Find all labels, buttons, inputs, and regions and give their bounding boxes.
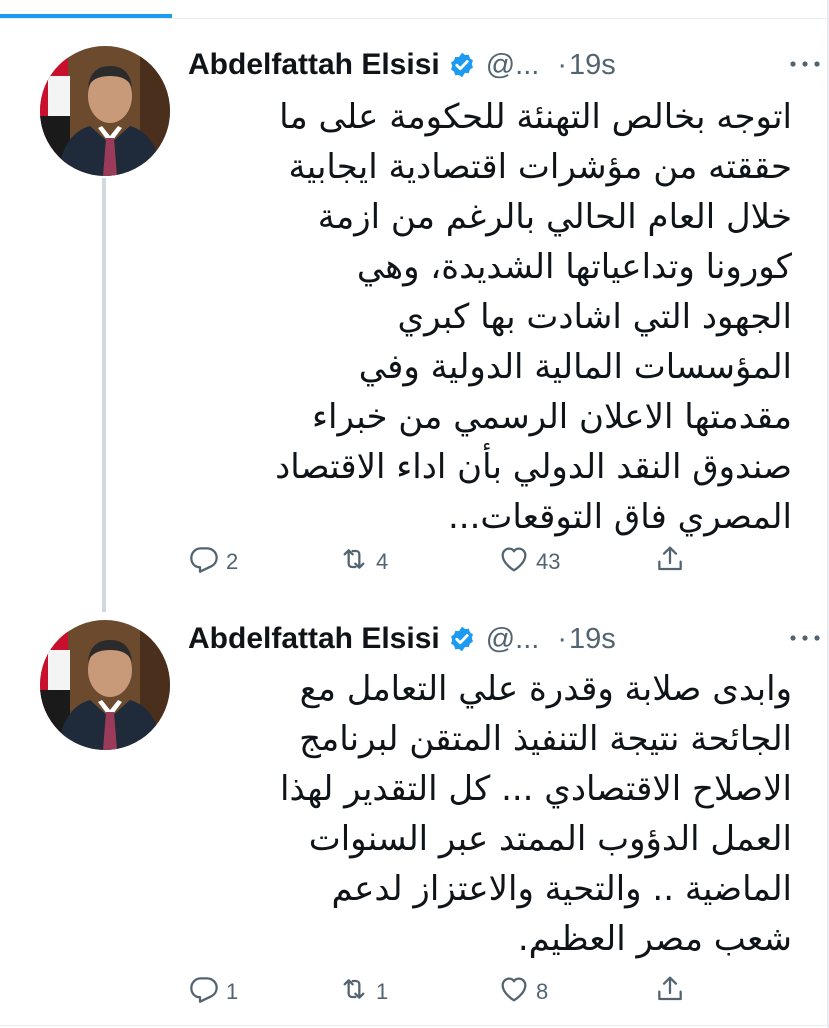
tweet-text-line: صندوق النقد الدولي بأن اداء الاقتصاد: [275, 447, 792, 487]
reply-icon: [188, 543, 220, 581]
thread-connector-line: [102, 178, 106, 612]
avatar[interactable]: [40, 46, 170, 176]
share-button[interactable]: [654, 972, 686, 1012]
tweet-header: Abdelfattah Elsisi @... · 19s: [188, 40, 798, 90]
share-button[interactable]: [654, 542, 686, 582]
tweet-header: Abdelfattah Elsisi @... · 19s: [188, 614, 798, 664]
tweet-text-line: اتوجه بخالص التهنئة للحكومة على ما: [279, 97, 792, 137]
reply-icon: [188, 973, 220, 1011]
like-button[interactable]: 43: [498, 542, 560, 582]
verified-badge-icon: [448, 625, 476, 653]
separator-dot: ·: [557, 48, 568, 81]
tweet-text-line: المؤسسات المالية الدولية وفي: [358, 347, 792, 387]
tweet-text-line: الجائحة نتيجة التنفيذ المتقن لبرنامج: [299, 719, 792, 759]
avatar-portrait-image: [40, 46, 170, 176]
tweet-text: وابدى صلابة وقدرة علي التعامل مع الجائحة…: [188, 664, 792, 964]
tweet-actions: 2 4 43: [188, 542, 698, 582]
author-handle[interactable]: @...: [486, 623, 540, 656]
verified-badge-icon: [448, 51, 476, 79]
retweet-button[interactable]: 1: [338, 972, 388, 1012]
tweet-text-line: العمل الدؤوب الممتد عبر السنوات: [308, 819, 792, 859]
tweet-text-line: الاصلاح الاقتصادي ... كل التقدير لهذا: [280, 769, 792, 809]
tweet-text-line: حققته من مؤشرات اقتصادية ايجابية: [288, 147, 792, 187]
author-handle[interactable]: @...: [486, 49, 540, 82]
tweet-text-line: خلال العام الحالي بالرغم من ازمة: [317, 197, 792, 237]
tweet-text-line: مقدمتها الاعلان الرسمي من خبراء: [312, 397, 792, 437]
avatar-portrait-image: [40, 620, 170, 750]
top-divider: [0, 18, 829, 19]
separator-dot: ·: [557, 622, 568, 655]
avatar[interactable]: [40, 620, 170, 750]
like-count: 43: [536, 549, 561, 574]
retweet-button[interactable]: 4: [338, 542, 388, 582]
reply-button[interactable]: 2: [188, 542, 238, 582]
tweet-text-line: وابدى صلابة وقدرة علي التعامل مع: [299, 669, 792, 709]
tweet-timestamp[interactable]: 19s: [569, 49, 616, 82]
retweet-count: 4: [376, 549, 389, 574]
heart-icon: [498, 543, 530, 581]
tweet-text-line: الجهود التي اشادت بها كبري: [397, 297, 792, 337]
tweet-timestamp[interactable]: 19s: [569, 623, 616, 656]
author-name[interactable]: Abdelfattah Elsisi: [188, 622, 440, 656]
reply-count: 2: [226, 549, 239, 574]
heart-icon: [498, 973, 530, 1011]
author-name[interactable]: Abdelfattah Elsisi: [188, 48, 440, 82]
like-button[interactable]: 8: [498, 972, 548, 1012]
tweet-text-line: الماضية .. والتحية والاعتزاز لدعم: [331, 869, 793, 909]
like-count: 8: [536, 979, 549, 1004]
retweet-icon: [338, 543, 370, 581]
share-icon: [654, 973, 686, 1011]
tweet-text-line: شعب مصر العظيم.: [517, 919, 792, 959]
retweet-count: 1: [376, 979, 389, 1004]
share-icon: [654, 543, 686, 581]
retweet-icon: [338, 973, 370, 1011]
tweet-text-line: كورونا وتداعياتها الشديدة، وهي: [356, 247, 792, 287]
reply-count: 1: [226, 979, 239, 1004]
reply-button[interactable]: 1: [188, 972, 238, 1012]
more-options-icon[interactable]: [785, 54, 825, 74]
more-options-icon[interactable]: [785, 628, 825, 648]
tweet-actions: 1 1 8: [188, 972, 698, 1012]
bottom-divider: [0, 1025, 829, 1026]
tweet-text-line: المصري فاق التوقعات...: [447, 497, 792, 537]
tweet-text: اتوجه بخالص التهنئة للحكومة على ما حققته…: [188, 92, 792, 542]
